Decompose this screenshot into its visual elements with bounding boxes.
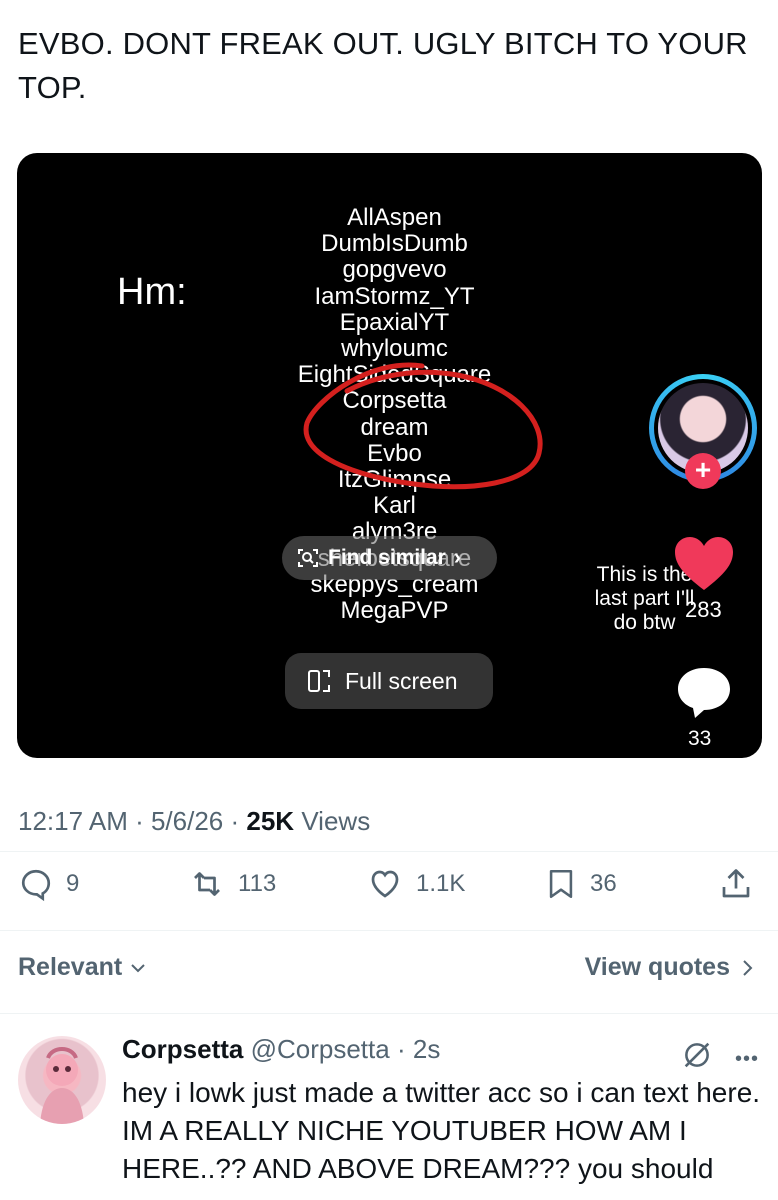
- full-screen-label: Full screen: [345, 667, 458, 694]
- find-similar-button[interactable]: Find similar ›: [282, 536, 497, 580]
- chevron-right-icon: ›: [453, 546, 461, 569]
- share-button[interactable]: [718, 866, 754, 902]
- follow-plus-icon[interactable]: +: [685, 453, 721, 489]
- bookmark-icon: [549, 869, 573, 899]
- video-like-count: 283: [685, 597, 722, 622]
- video-player[interactable]: Hm: AllAspen DumbIsDumb gopgvevo IamStor…: [17, 153, 762, 758]
- action-bar: 9 113 1.1K 36: [18, 866, 758, 910]
- divider: [0, 930, 778, 931]
- avatar-illustration: [40, 1047, 84, 1124]
- reply-age: 2s: [412, 1034, 441, 1064]
- views-count: 25K: [246, 806, 295, 836]
- find-similar-label: Find similar: [328, 546, 446, 569]
- tweet-date: 5/6/26: [150, 806, 224, 836]
- chevron-down-icon: [131, 963, 145, 972]
- reply-icon: [21, 869, 51, 902]
- like-button[interactable]: 1.1K: [366, 866, 465, 902]
- view-quotes-label: View quotes: [584, 953, 730, 981]
- sort-dropdown[interactable]: Relevant: [18, 953, 148, 982]
- share-icon: [722, 869, 750, 898]
- repost-count: 113: [238, 870, 277, 897]
- video-comment-count: 33: [688, 727, 712, 750]
- lens-icon: [298, 549, 318, 567]
- divider: [0, 851, 778, 852]
- tweet-time: 12:17 AM: [18, 806, 128, 836]
- reply-header: Corpsetta @Corpsetta · 2s: [122, 1034, 441, 1064]
- reply-button[interactable]: 9: [18, 866, 79, 902]
- divider: [0, 1013, 778, 1014]
- reply-text: hey i lowk just made a twitter acc so i …: [122, 1077, 761, 1184]
- repost-icon: [194, 872, 220, 896]
- more-options-icon[interactable]: •••: [735, 1048, 759, 1071]
- bookmark-button[interactable]: 36: [544, 866, 617, 902]
- comment-bubble-icon[interactable]: [675, 665, 733, 721]
- sort-label: Relevant: [18, 953, 123, 981]
- avatar[interactable]: [18, 1036, 106, 1124]
- heart-icon[interactable]: [673, 536, 735, 592]
- view-quotes-link[interactable]: View quotes: [585, 953, 756, 982]
- full-screen-button[interactable]: Full screen: [285, 653, 493, 709]
- tweet-text: EVBO. DONT FREAK OUT. UGLY BITCH TO YOUR…: [18, 26, 748, 105]
- grok-icon[interactable]: [680, 1038, 714, 1072]
- views-label: Views: [301, 806, 371, 836]
- like-count: 1.1K: [416, 870, 466, 897]
- reply-author-name[interactable]: Corpsetta: [122, 1034, 243, 1064]
- fullscreen-icon: [308, 670, 330, 692]
- chevron-right-icon: [743, 959, 753, 976]
- like-icon: [371, 870, 399, 898]
- bookmark-count: 36: [590, 870, 617, 897]
- reply-count: 9: [66, 870, 80, 897]
- reply-author-handle[interactable]: @Corpsetta: [251, 1034, 390, 1064]
- tweet-meta: 12:17 AM · 5/6/26 · 25K Views: [18, 806, 371, 836]
- repost-button[interactable]: 113: [188, 866, 276, 902]
